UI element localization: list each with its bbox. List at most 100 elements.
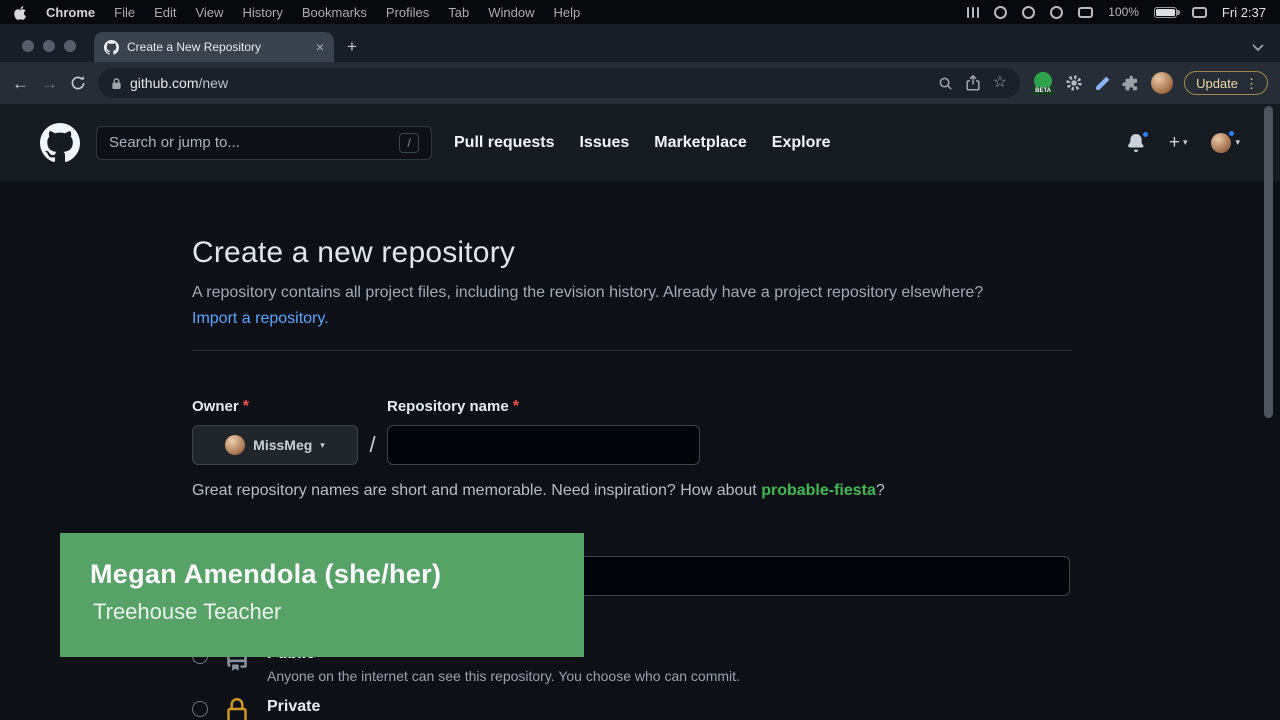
lock-icon[interactable] <box>111 77 122 90</box>
address-bar-actions: ☆ <box>938 75 1007 91</box>
nav-issues[interactable]: Issues <box>579 134 629 152</box>
github-header: / Pull requests Issues Marketplace Explo… <box>0 104 1280 181</box>
battery-icon[interactable] <box>1154 7 1177 18</box>
required-asterisk: * <box>243 398 249 415</box>
window-controls <box>22 40 76 52</box>
import-repository-link[interactable]: Import a repository. <box>192 310 329 327</box>
nav-marketplace[interactable]: Marketplace <box>654 134 747 152</box>
form-controls-row: MissMeg ▾ / <box>192 425 1072 465</box>
url-path: /new <box>198 75 228 91</box>
menubar-item-profiles[interactable]: Profiles <box>386 5 429 20</box>
battery-percent: 100% <box>1108 5 1139 19</box>
notifications-bell-icon[interactable] <box>1127 134 1145 152</box>
display-icon[interactable] <box>1078 7 1093 18</box>
chevron-down-icon: ▾ <box>1235 138 1240 147</box>
browser-tab[interactable]: Create a New Repository × <box>94 32 334 62</box>
nav-explore[interactable]: Explore <box>772 134 831 152</box>
update-label: Update <box>1196 77 1238 90</box>
pencil-extension-icon[interactable] <box>1094 75 1111 92</box>
close-window-button[interactable] <box>22 40 34 52</box>
update-button[interactable]: Update ⋮ <box>1184 71 1268 95</box>
nav-pull-requests[interactable]: Pull requests <box>454 134 554 152</box>
owner-label: Owner <box>192 398 239 415</box>
browser-profile-avatar[interactable] <box>1151 72 1173 94</box>
owner-repo-separator: / <box>358 432 387 458</box>
url-text: github.com/new <box>130 75 228 91</box>
repository-name-input[interactable] <box>387 425 700 465</box>
create-new-dropdown[interactable]: + ▾ <box>1169 133 1188 152</box>
macos-menubar: Chrome File Edit View History Bookmarks … <box>0 0 1280 24</box>
plus-icon: + <box>1169 133 1180 152</box>
owner-select-button[interactable]: MissMeg ▾ <box>192 425 358 465</box>
menubar-item-view[interactable]: View <box>195 5 223 20</box>
form-labels-row: Owner* Repository name* <box>192 398 1072 416</box>
tab-title: Create a New Repository <box>127 40 308 54</box>
chevron-down-icon: ▾ <box>320 441 325 450</box>
github-header-actions: + ▾ ▾ <box>1127 133 1240 153</box>
tab-search-chevron-icon[interactable] <box>1252 44 1264 52</box>
avatar-notification-dot <box>1227 129 1236 138</box>
menubar-item-chrome[interactable]: Chrome <box>46 5 95 20</box>
extensions-row: BETA Update ⋮ <box>1032 71 1268 95</box>
menubar-item-help[interactable]: Help <box>554 5 581 20</box>
clock-status-icon[interactable] <box>994 6 1007 19</box>
menubar-item-history[interactable]: History <box>242 5 282 20</box>
slash-key-hint: / <box>399 133 419 153</box>
menubar-item-file[interactable]: File <box>114 5 135 20</box>
gear-extension-icon[interactable] <box>1065 74 1083 92</box>
browser-menu-kebab-icon[interactable]: ⋮ <box>1245 77 1258 90</box>
private-label: Private <box>267 698 320 715</box>
beta-extension-icon[interactable]: BETA <box>1032 72 1054 95</box>
reload-button[interactable] <box>70 75 86 91</box>
suggested-name-link[interactable]: probable-fiesta <box>761 482 876 499</box>
zoom-icon[interactable] <box>938 76 953 91</box>
minimize-window-button[interactable] <box>43 40 55 52</box>
puzzle-extensions-icon[interactable] <box>1122 74 1140 92</box>
suggestion-prefix: Great repository names are short and mem… <box>192 482 757 499</box>
url-domain: github.com <box>130 75 198 91</box>
scrollbar-thumb[interactable] <box>1264 106 1273 418</box>
stage-manager-icon[interactable] <box>967 7 980 18</box>
tab-close-icon[interactable]: × <box>316 40 324 54</box>
new-tab-button[interactable]: + <box>347 37 357 57</box>
search-input[interactable] <box>109 134 391 151</box>
notification-dot <box>1141 130 1150 139</box>
menubar-item-bookmarks[interactable]: Bookmarks <box>302 5 367 20</box>
private-radio[interactable] <box>192 701 208 717</box>
screen: Chrome File Edit View History Bookmarks … <box>0 0 1280 720</box>
menubar-status-area: 100% Fri 2:37 <box>967 5 1266 20</box>
name-suggestion: Great repository names are short and mem… <box>192 482 1072 500</box>
bookmark-star-icon[interactable]: ☆ <box>993 75 1007 91</box>
apple-menu-icon[interactable] <box>14 5 27 20</box>
github-logo[interactable] <box>40 123 80 163</box>
repository-name-label: Repository name <box>387 398 509 415</box>
browser-toolbar: ← → github.com/new ☆ BETA <box>0 62 1280 104</box>
control-center-icon[interactable] <box>1192 7 1207 18</box>
browser-tab-strip: Create a New Repository × + <box>0 24 1280 62</box>
menubar-item-window[interactable]: Window <box>488 5 534 20</box>
address-bar[interactable]: github.com/new ☆ <box>98 68 1020 98</box>
section-divider <box>192 350 1072 351</box>
github-favicon <box>104 40 119 55</box>
presenter-lower-third-overlay: Megan Amendola (she/her) Treehouse Teach… <box>60 533 584 657</box>
page-intro: A repository contains all project files,… <box>192 280 1010 332</box>
zoom-window-button[interactable] <box>64 40 76 52</box>
suggestion-suffix: ? <box>876 482 885 499</box>
share-icon[interactable] <box>966 75 980 91</box>
menubar-item-tab[interactable]: Tab <box>448 5 469 20</box>
forward-button[interactable]: → <box>41 75 58 92</box>
profile-menu[interactable]: ▾ <box>1211 133 1240 153</box>
github-nav: Pull requests Issues Marketplace Explore <box>454 134 830 152</box>
status-circle2-icon[interactable] <box>1050 6 1063 19</box>
menubar-clock[interactable]: Fri 2:37 <box>1222 5 1266 20</box>
presenter-role: Treehouse Teacher <box>93 599 584 625</box>
menubar-item-edit[interactable]: Edit <box>154 5 176 20</box>
github-search-box[interactable]: / <box>96 126 432 160</box>
presenter-name: Megan Amendola (she/her) <box>90 559 584 590</box>
owner-avatar <box>225 435 245 455</box>
intro-text: A repository contains all project files,… <box>192 284 983 301</box>
lock-private-icon <box>224 698 250 720</box>
required-asterisk: * <box>513 398 519 415</box>
status-circle-icon[interactable] <box>1022 6 1035 19</box>
back-button[interactable]: ← <box>12 75 29 92</box>
